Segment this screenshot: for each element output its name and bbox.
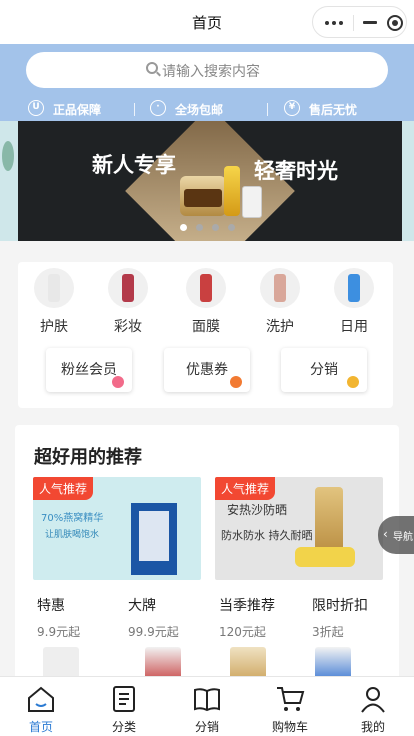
sunglasses-image — [295, 547, 355, 567]
minimize-icon[interactable] — [363, 21, 377, 24]
deal-big-brand[interactable]: 大牌 99.9元起 — [128, 595, 218, 640]
banner-text-right: 轻奢时光 — [254, 159, 338, 183]
search-icon — [146, 62, 158, 74]
promo-headline: 安热沙防晒 — [227, 503, 288, 517]
badge-icon — [112, 376, 124, 388]
assurance-bar: U 正品保障 · 全场包邮 ¥ 售后无忧 — [0, 97, 414, 121]
list-icon — [113, 686, 135, 712]
truck-icon: · — [150, 100, 166, 116]
chevron-left-icon: ‹ — [383, 527, 388, 541]
book-icon — [194, 688, 220, 712]
popular-tag: 人气推荐 — [33, 477, 94, 500]
tab-cart[interactable]: 购物车 — [249, 677, 331, 736]
assurance-divider — [134, 103, 135, 116]
promo-card-hydration[interactable]: 人气推荐 70%燕窝精华 让肌肤喝饱水 — [33, 477, 201, 580]
carousel-dot[interactable] — [180, 224, 187, 231]
category-wash-care[interactable]: 洗护 — [250, 268, 310, 336]
category-skincare[interactable]: 护肤 — [24, 268, 84, 336]
category-card: 护肤 彩妆 面膜 洗护 日用 粉丝会员 优惠券 分销 — [18, 262, 393, 408]
navigation-bar: 首页 — [0, 0, 414, 44]
banner-text-left: 新人专享 — [92, 153, 176, 177]
serum-bottle-image — [224, 166, 240, 216]
recommend-title: 超好用的推荐 — [34, 447, 142, 468]
promo-headline: 70%燕窝精华 — [41, 513, 104, 524]
user-icon — [361, 687, 385, 713]
assurance-divider — [267, 103, 268, 116]
deal-special[interactable]: 特惠 9.9元起 — [37, 595, 127, 640]
skincare-icon — [34, 268, 74, 308]
carousel-dot[interactable] — [212, 224, 219, 231]
close-target-icon[interactable] — [387, 15, 403, 31]
coupon-icon — [230, 376, 242, 388]
detergent-icon — [334, 268, 374, 308]
category-daily[interactable]: 日用 — [324, 268, 384, 336]
banner-edge-decoration — [0, 121, 18, 241]
tab-home[interactable]: 首页 — [0, 677, 82, 736]
carousel-dot[interactable] — [228, 224, 235, 231]
fan-member-button[interactable]: 粉丝会员 — [46, 348, 132, 392]
makeup-icon — [108, 268, 148, 308]
banner-edge-decoration — [402, 121, 414, 241]
category-mask[interactable]: 面膜 — [176, 268, 236, 336]
tab-distribution[interactable]: 分销 — [166, 677, 248, 736]
deal-seasonal[interactable]: 当季推荐 120元起 — [219, 595, 309, 640]
promo-banner[interactable]: 新人专享 轻奢时光 — [0, 121, 414, 241]
star-icon — [347, 376, 359, 388]
cart-icon — [277, 687, 305, 711]
capsule-divider — [353, 15, 354, 31]
promo-subline: 防水防水 持久耐晒 — [221, 529, 313, 542]
more-icon[interactable] — [325, 21, 345, 25]
tab-mine[interactable]: 我的 — [332, 677, 414, 736]
category-makeup[interactable]: 彩妆 — [98, 268, 158, 336]
cream-jar-image — [180, 176, 226, 216]
side-navigation-tab[interactable]: ‹ 导航 — [378, 516, 414, 554]
distribution-button[interactable]: 分销 — [281, 348, 367, 392]
shield-icon: U — [28, 100, 44, 116]
miniprogram-capsule — [312, 6, 407, 38]
home-icon — [28, 686, 54, 712]
refresh-icon: ¥ — [284, 100, 300, 116]
carousel-dot[interactable] — [196, 224, 203, 231]
carousel-indicator — [180, 224, 240, 232]
search-placeholder: 请输入搜索内容 — [162, 64, 260, 80]
popular-tag: 人气推荐 — [215, 477, 276, 500]
shampoo-icon — [260, 268, 300, 308]
mask-icon — [186, 268, 226, 308]
coupon-button[interactable]: 优惠券 — [164, 348, 250, 392]
recommend-section: 超好用的推荐 人气推荐 70%燕窝精华 让肌肤喝饱水 人气推荐 安热沙防晒 防水… — [15, 425, 399, 685]
perfume-bottle-image — [242, 186, 262, 218]
promo-subline: 让肌肤喝饱水 — [45, 530, 100, 540]
mask-box-image — [131, 503, 177, 575]
search-input[interactable]: 请输入搜索内容 — [26, 52, 388, 88]
tab-category[interactable]: 分类 — [83, 677, 165, 736]
promo-card-sunscreen[interactable]: 人气推荐 安热沙防晒 防水防水 持久耐晒 — [215, 477, 383, 580]
deal-limited-discount[interactable]: 限时折扣 3折起 — [312, 595, 402, 640]
bottom-tab-bar: 首页 分类 分销 购物车 我的 — [0, 676, 414, 736]
